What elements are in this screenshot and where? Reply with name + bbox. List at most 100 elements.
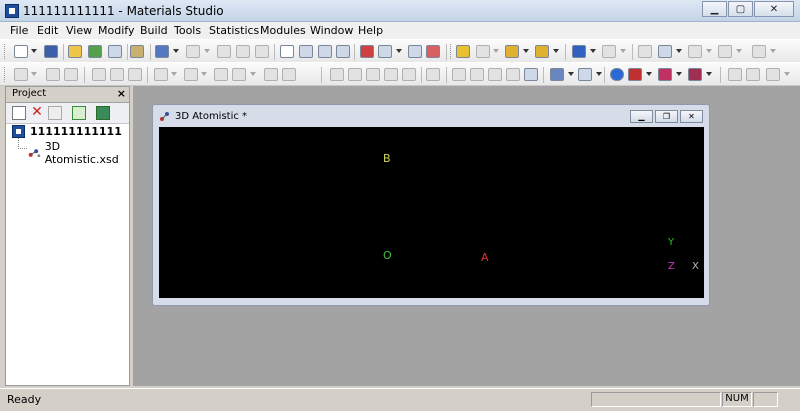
- bond-type-icon[interactable]: [688, 68, 702, 81]
- report-icon[interactable]: [728, 68, 742, 81]
- lattice-label-b: B: [383, 152, 391, 165]
- atom-selection-icon[interactable]: [14, 68, 28, 81]
- lock-icon[interactable]: [264, 68, 278, 81]
- view-lattice-icon[interactable]: [578, 68, 592, 81]
- close-button[interactable]: ✕: [754, 1, 794, 17]
- play-icon[interactable]: [766, 68, 780, 81]
- document-close-button[interactable]: ✕: [680, 110, 703, 123]
- save-icon[interactable]: [44, 45, 58, 58]
- chart-sort-icon[interactable]: [214, 68, 228, 81]
- peak-fit-icon[interactable]: [402, 68, 416, 81]
- sketch-ring-icon[interactable]: [476, 45, 490, 58]
- select-arrow-icon[interactable]: [280, 45, 294, 58]
- paste-icon[interactable]: [255, 45, 269, 58]
- import-icon[interactable]: [88, 45, 102, 58]
- project-panel-close-icon[interactable]: ×: [117, 87, 126, 100]
- copy-icon[interactable]: [236, 45, 250, 58]
- sketch-pencil-icon[interactable]: [456, 45, 470, 58]
- export-icon[interactable]: [108, 45, 122, 58]
- grid-icon-4[interactable]: [506, 68, 520, 81]
- menu-statistics[interactable]: Statistics: [209, 24, 259, 37]
- bond-color-icon[interactable]: [628, 68, 642, 81]
- zoom-icon-2[interactable]: [348, 68, 362, 81]
- undo-icon[interactable]: [155, 45, 169, 58]
- menu-view[interactable]: View: [66, 24, 92, 37]
- menu-tools[interactable]: Tools: [174, 24, 201, 37]
- minimize-button[interactable]: ▁: [702, 1, 727, 17]
- view-axis-icon[interactable]: [378, 45, 392, 58]
- sketch-fragment-icon[interactable]: [505, 45, 519, 58]
- axis-label-y: Y: [668, 237, 675, 248]
- sketch-chain-icon[interactable]: [535, 45, 549, 58]
- menu-window[interactable]: Window: [310, 24, 353, 37]
- peak-icon[interactable]: [384, 68, 398, 81]
- cut-icon[interactable]: [217, 45, 231, 58]
- document-restore-button[interactable]: ❐: [655, 110, 678, 123]
- menu-file[interactable]: File: [10, 24, 28, 37]
- hydrogen-icon[interactable]: [602, 45, 616, 58]
- previous-frame-icon[interactable]: [92, 68, 106, 81]
- refresh-icon[interactable]: [72, 106, 86, 120]
- translate-icon[interactable]: [336, 45, 350, 58]
- project-properties-icon[interactable]: [96, 106, 110, 120]
- display-style-icon[interactable]: [426, 45, 440, 58]
- next-frame-icon[interactable]: [110, 68, 124, 81]
- tree-item-3d-atomistic[interactable]: 3D Atomistic.xsd: [28, 140, 129, 166]
- new-item-icon[interactable]: [12, 106, 26, 120]
- table-icon[interactable]: [154, 68, 168, 81]
- grid-icon-2[interactable]: [470, 68, 484, 81]
- grid-icon-1[interactable]: [452, 68, 466, 81]
- menu-modules[interactable]: Modules: [260, 24, 306, 37]
- curve-icon[interactable]: [232, 68, 246, 81]
- home-icon-2[interactable]: [426, 68, 440, 81]
- menu-edit[interactable]: Edit: [37, 24, 58, 37]
- status-pane-3: [753, 392, 778, 407]
- home-view-icon[interactable]: [360, 45, 374, 58]
- new-file-icon[interactable]: [14, 45, 28, 58]
- distribute-icon[interactable]: [718, 45, 732, 58]
- menu-modify[interactable]: Modify: [98, 24, 134, 37]
- menu-build[interactable]: Build: [140, 24, 168, 37]
- window-title: 111111111111 - Materials Studio: [23, 4, 224, 18]
- sort-icon[interactable]: [46, 68, 60, 81]
- bond-style-icon[interactable]: [658, 68, 672, 81]
- atom-sphere-icon[interactable]: [610, 68, 624, 81]
- script-icon[interactable]: [746, 68, 760, 81]
- document-minimize-button[interactable]: ▁: [630, 110, 653, 123]
- document-window-3d-atomistic: 3D Atomistic * ▁ ❐ ✕ B O A Y Z X: [152, 104, 710, 306]
- unlock-icon[interactable]: [282, 68, 296, 81]
- redo-icon[interactable]: [186, 45, 200, 58]
- chart-icon[interactable]: [184, 68, 198, 81]
- delete-icon[interactable]: ✕: [30, 105, 44, 120]
- num-lock-indicator: NUM: [725, 393, 749, 404]
- tree-root-label: 111111111111: [30, 125, 122, 138]
- filter-icon[interactable]: [64, 68, 78, 81]
- animate-icon[interactable]: [128, 68, 142, 81]
- tree-project-root[interactable]: 111111111111: [12, 125, 122, 138]
- clean-icon[interactable]: [572, 45, 586, 58]
- axis-label-x: X: [692, 261, 699, 272]
- toolbar-grip[interactable]: [4, 44, 8, 59]
- fit-to-screen-icon[interactable]: [408, 45, 422, 58]
- grid-icon-3[interactable]: [488, 68, 502, 81]
- bond-icon[interactable]: [658, 45, 672, 58]
- project-panel-header: Project ×: [6, 87, 129, 103]
- select-icon-2[interactable]: [330, 68, 344, 81]
- menu-help[interactable]: Help: [358, 24, 383, 37]
- 3d-viewport[interactable]: B O A Y Z X: [159, 127, 704, 298]
- lattice-icon[interactable]: [550, 68, 564, 81]
- pan-icon[interactable]: [366, 68, 380, 81]
- toolbar-grip-2[interactable]: [4, 67, 8, 82]
- copy-item-icon[interactable]: [48, 106, 62, 120]
- print-icon[interactable]: [130, 45, 144, 58]
- symmetry-icon[interactable]: [752, 45, 766, 58]
- zoom-icon[interactable]: [318, 45, 332, 58]
- maximize-button[interactable]: ▢: [728, 1, 753, 17]
- rotate-icon[interactable]: [299, 45, 313, 58]
- document-title: 3D Atomistic *: [175, 111, 248, 122]
- measure-icon[interactable]: [638, 45, 652, 58]
- standard-toolbar: [0, 39, 800, 63]
- open-folder-icon[interactable]: [68, 45, 82, 58]
- align-icon[interactable]: [688, 45, 702, 58]
- display-options-icon[interactable]: [524, 68, 538, 81]
